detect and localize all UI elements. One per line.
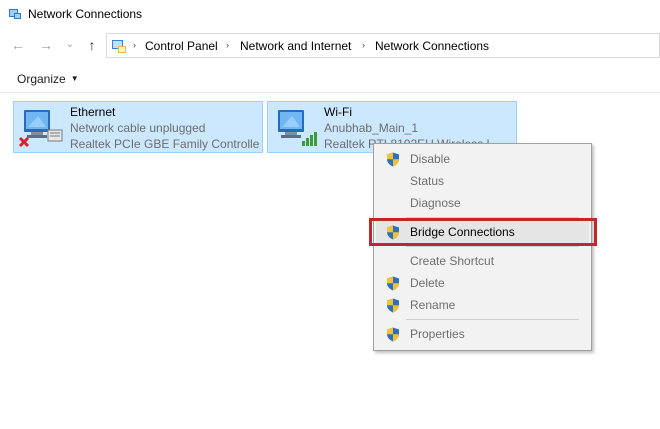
uac-shield-icon — [387, 152, 399, 167]
window-title: Network Connections — [28, 7, 143, 21]
breadcrumb-network-and-internet[interactable]: Network and Internet — [240, 39, 351, 53]
breadcrumb-separator[interactable]: › — [226, 40, 229, 50]
menu-item-label: Diagnose — [410, 196, 461, 210]
ethernet-unplugged-icon — [18, 110, 63, 148]
breadcrumb-network-connections[interactable]: Network Connections — [375, 39, 489, 53]
context-menu: Disable Status Diagnose Bridge Connectio… — [373, 143, 592, 351]
forward-arrow-icon[interactable]: → — [38, 37, 54, 53]
dropdown-caret-icon: ▼ — [70, 74, 79, 83]
menu-item-label: Create Shortcut — [410, 254, 495, 268]
address-bar[interactable]: › Control Panel › Network and Internet ›… — [106, 33, 660, 58]
menu-item-label: Properties — [410, 327, 465, 341]
menu-item-label: Rename — [410, 298, 456, 312]
connection-adapter: Realtek PCIe GBE Family Controller — [70, 137, 260, 151]
network-connections-app-icon — [9, 9, 21, 19]
connection-name: Ethernet — [70, 105, 116, 119]
uac-shield-icon — [387, 327, 399, 342]
control-panel-icon — [112, 40, 126, 53]
menu-item-diagnose[interactable]: Diagnose — [376, 192, 589, 214]
organize-button[interactable]: Organize ▼ — [17, 72, 79, 86]
menu-separator — [406, 246, 579, 247]
connection-status: Anubhab_Main_1 — [324, 121, 419, 135]
breadcrumb-separator[interactable]: › — [362, 40, 365, 50]
breadcrumb-control-panel[interactable]: Control Panel — [145, 39, 218, 53]
uac-shield-icon — [387, 276, 399, 291]
connection-name: Wi-Fi — [324, 105, 352, 119]
uac-shield-icon — [387, 298, 399, 313]
highlight-annotation-box — [369, 218, 597, 246]
menu-item-rename[interactable]: Rename — [376, 294, 589, 316]
title-bar: Network Connections — [0, 0, 660, 30]
menu-item-create-shortcut[interactable]: Create Shortcut — [376, 250, 589, 272]
navigation-bar: ← → ⌄ ↑ › Control Panel › Network and In… — [0, 33, 660, 59]
breadcrumb-separator[interactable]: › — [133, 40, 136, 50]
back-arrow-icon[interactable]: ← — [10, 37, 26, 53]
menu-item-status[interactable]: Status — [376, 170, 589, 192]
menu-item-delete[interactable]: Delete — [376, 272, 589, 294]
menu-item-properties[interactable]: Properties — [376, 323, 589, 345]
up-arrow-icon[interactable]: ↑ — [84, 37, 100, 53]
recent-locations-chevron-icon[interactable]: ⌄ — [62, 37, 78, 53]
menu-separator — [406, 319, 579, 320]
connection-status: Network cable unplugged — [70, 121, 206, 135]
menu-item-disable[interactable]: Disable — [376, 148, 589, 170]
command-bar: Organize ▼ — [0, 64, 660, 93]
menu-item-label: Status — [410, 174, 445, 188]
menu-item-label: Delete — [410, 276, 445, 290]
menu-item-label: Disable — [410, 152, 451, 166]
organize-label: Organize — [17, 72, 66, 86]
connection-tile-ethernet[interactable]: Ethernet Network cable unplugged Realtek… — [13, 101, 263, 153]
wifi-adapter-icon — [278, 110, 317, 146]
